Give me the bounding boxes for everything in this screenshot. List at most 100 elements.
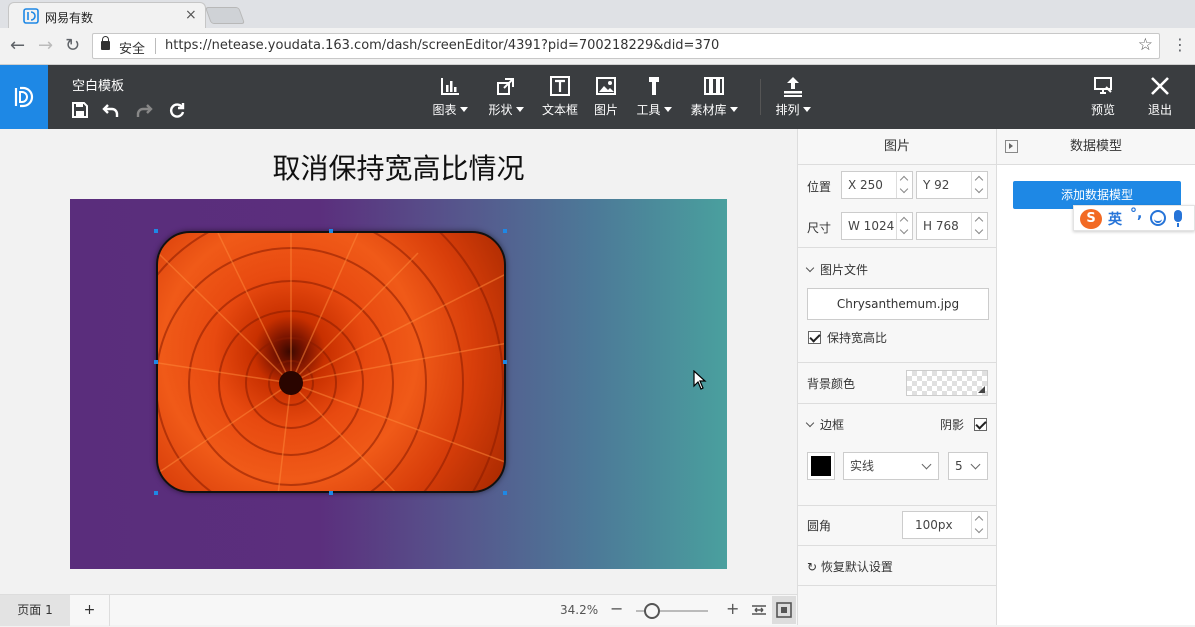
width-input[interactable]: W 1024 (841, 212, 913, 240)
editor-toolbar: 空白模板 图表 形状 文本框 图片 工具 素材库 排列 预览 退出 (0, 65, 1195, 129)
height-stepper-icon[interactable] (971, 213, 987, 239)
y-stepper-icon[interactable] (971, 172, 987, 198)
microphone-icon[interactable] (1174, 210, 1182, 227)
keep-ratio-checkbox[interactable] (808, 331, 821, 344)
omnibox[interactable]: 安全 https://netease.youdata.163.com/dash/… (92, 33, 1160, 59)
height-input[interactable]: H 768 (916, 212, 988, 240)
bg-color-picker[interactable] (906, 370, 988, 396)
textbox-tool-button[interactable]: 文本框 (540, 75, 580, 121)
exit-label: 退出 (1147, 103, 1172, 117)
tool-label-shape: 形状 (488, 103, 513, 117)
canvas-title[interactable]: 取消保持宽高比情况 (0, 147, 797, 187)
arrange-icon (784, 77, 802, 97)
fit-width-icon[interactable] (751, 603, 767, 617)
reset-label: 恢复默认设置 (820, 560, 893, 574)
ime-punctuation-toggle[interactable]: °, (1130, 206, 1142, 222)
image-tool-button[interactable]: 图片 (590, 75, 622, 121)
forward-arrow-icon[interactable]: → (38, 36, 53, 56)
tool-label-image: 图片 (593, 103, 618, 117)
resize-handle-ml[interactable] (154, 360, 158, 364)
tools-icon (649, 77, 659, 95)
resize-handle-tl[interactable] (154, 229, 158, 233)
fit-screen-button[interactable] (772, 596, 796, 624)
new-tab-button[interactable] (204, 7, 246, 24)
tool-label-arrange: 排列 (775, 103, 800, 117)
x-position-input[interactable]: X 250 (841, 171, 913, 199)
arrange-tool-button[interactable]: 排列 (772, 75, 814, 121)
ime-toolbar[interactable]: S 英 °, (1073, 205, 1195, 231)
back-arrow-icon[interactable]: ← (10, 36, 25, 56)
secure-label: 安全 (119, 42, 146, 57)
zoom-level: 34.2% (560, 603, 599, 617)
screen-canvas[interactable] (70, 199, 727, 569)
data-model-panel: 数据模型 添加数据模型 S 英 °, (997, 129, 1195, 625)
border-section[interactable]: 边框 (805, 416, 844, 433)
chrysanthemum-image[interactable] (156, 231, 506, 493)
resize-handle-tr[interactable] (503, 229, 507, 233)
chevron-down-icon (802, 107, 811, 112)
sogou-logo[interactable]: S (1080, 209, 1102, 229)
page-tab[interactable]: 页面 1 (0, 595, 70, 626)
collapse-panel-icon[interactable] (1005, 140, 1018, 153)
resize-handle-br[interactable] (503, 491, 507, 495)
zoom-slider-handle[interactable] (644, 603, 660, 619)
textbox-icon (550, 76, 570, 96)
library-tool-button[interactable]: 素材库 (686, 75, 742, 121)
border-width-select[interactable]: 5 (948, 452, 988, 480)
browser-tab[interactable]: 网易有数 × (8, 2, 206, 28)
resize-handle-bm[interactable] (329, 491, 333, 495)
resize-handle-mr[interactable] (503, 360, 507, 364)
bookmark-star-icon[interactable]: ☆ (1138, 35, 1153, 55)
url-text[interactable]: https://netease.youdata.163.com/dash/scr… (165, 38, 719, 53)
chart-tool-button[interactable]: 图表 (428, 75, 472, 121)
emoji-icon[interactable] (1150, 210, 1166, 226)
reset-icon: ↻ (807, 560, 821, 574)
redo-icon[interactable] (135, 101, 153, 119)
bar-chart-icon (441, 78, 459, 95)
image-file-section[interactable]: 图片文件 (805, 261, 868, 278)
bg-color-label: 背景颜色 (807, 377, 856, 391)
shadow-checkbox[interactable] (974, 418, 987, 431)
add-page-button[interactable]: + (70, 595, 110, 626)
radius-input[interactable]: 100px (902, 511, 988, 539)
width-stepper-icon[interactable] (896, 213, 912, 239)
zoom-out-button[interactable]: − (610, 599, 623, 618)
props-divider (798, 545, 998, 546)
props-divider (798, 403, 998, 404)
shadow-label: 阴影 (940, 418, 965, 432)
data-model-title: 数据模型 (1069, 139, 1122, 154)
x-stepper-icon[interactable] (896, 172, 912, 198)
tab-close-icon[interactable]: × (185, 7, 197, 23)
chevron-down-icon (663, 107, 672, 112)
youdata-logo[interactable] (0, 65, 48, 129)
reload-icon[interactable]: ↻ (65, 36, 80, 56)
lock-icon (101, 36, 110, 50)
border-style-select[interactable]: 实线 (843, 452, 939, 480)
reset-defaults-button[interactable]: ↻ 恢复默认设置 (807, 558, 893, 575)
zoom-in-button[interactable]: + (726, 599, 739, 618)
browser-menu-icon[interactable]: ⋮ (1172, 35, 1188, 54)
undo-icon[interactable] (102, 101, 120, 119)
shape-tool-button[interactable]: 形状 (484, 75, 528, 121)
image-file-picker[interactable]: Chrysanthemum.jpg (807, 288, 989, 320)
y-position-input[interactable]: Y 92 (916, 171, 988, 199)
resize-handle-bl[interactable] (154, 491, 158, 495)
tools-tool-button[interactable]: 工具 (632, 75, 676, 121)
exit-button[interactable]: 退出 (1145, 75, 1175, 121)
chevron-down-icon (805, 263, 815, 273)
resize-handle-tm[interactable] (329, 229, 333, 233)
border-color-swatch[interactable] (807, 452, 835, 480)
ime-language-toggle[interactable]: 英 (1108, 209, 1122, 229)
props-divider (798, 505, 998, 506)
preview-button[interactable]: 预览 (1088, 75, 1118, 121)
radius-stepper-icon[interactable] (971, 512, 987, 538)
save-icon[interactable] (71, 101, 89, 119)
chevron-down-icon (729, 107, 738, 112)
template-name[interactable]: 空白模板 (72, 75, 124, 94)
y-position-value: Y 92 (923, 178, 950, 192)
browser-tab-bar: 网易有数 × (0, 0, 1195, 28)
flower-petals-icon (158, 233, 504, 491)
props-panel-title: 图片 (798, 129, 996, 165)
refresh-icon[interactable] (168, 101, 186, 119)
logo-icon (14, 86, 34, 108)
